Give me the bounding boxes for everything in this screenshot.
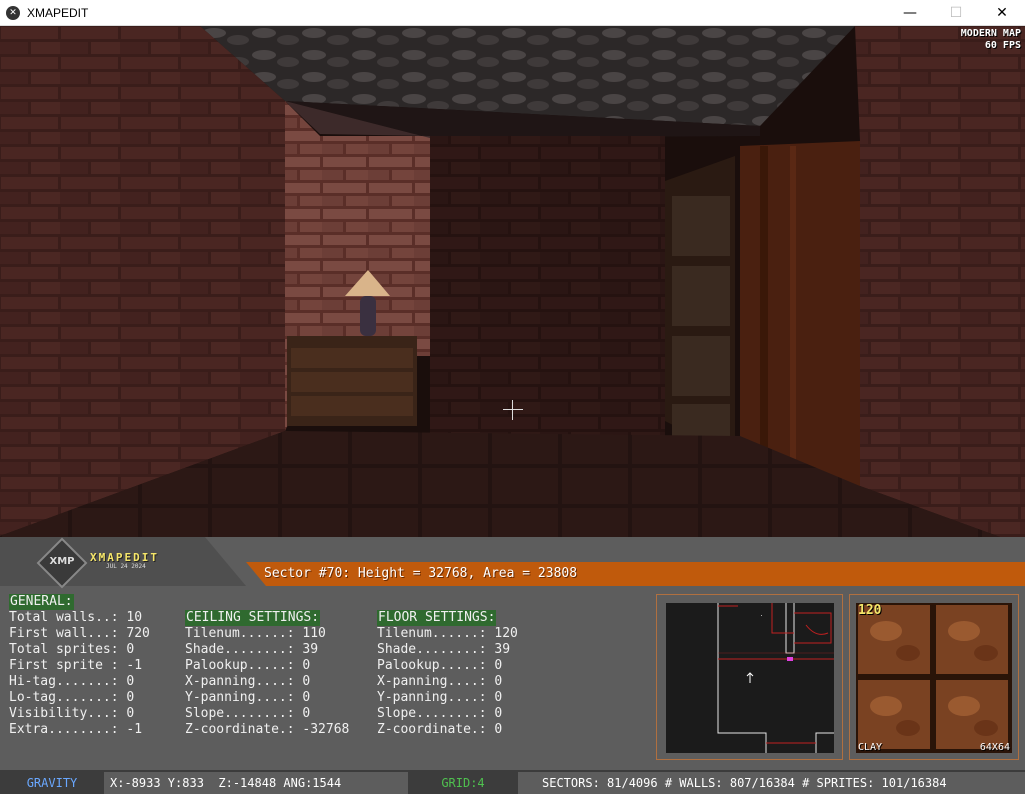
general-row: First wall...: 720: [9, 626, 150, 641]
window-controls: — ☐ ✕: [887, 0, 1025, 26]
texture-preview-frame: 120 CLAY 64X64: [849, 594, 1019, 760]
minimap[interactable]: [666, 603, 834, 753]
floor-row: Y-panning....: 0: [377, 690, 503, 705]
general-row: Hi-tag.......: 0: [9, 674, 135, 689]
ceiling-row: Shade........: 39: [185, 642, 319, 657]
ceiling-row: Tilenum......: 110: [185, 626, 326, 641]
map-counts: SECTORS: 81/4096 # WALLS: 807/16384 # SP…: [542, 776, 947, 790]
general-row: Lo-tag.......: 0: [9, 690, 135, 705]
window-title: XMAPEDIT: [27, 5, 89, 20]
status-bar: GRAVITY X:-8933 Y:833 Z:-14848 ANG:1544 …: [0, 770, 1025, 794]
general-row: Total walls..: 10: [9, 610, 143, 625]
ceiling-row: Z-coordinate.: -32768: [185, 722, 350, 737]
floor-section: FLOOR SETTINGS: Tilenum......: 120 Shade…: [377, 610, 518, 738]
floor-row: Z-coordinate.: 0: [377, 722, 503, 737]
floor-row: Slope........: 0: [377, 706, 503, 721]
ceiling-section: CEILING SETTINGS: Tilenum......: 110 Sha…: [185, 610, 349, 738]
general-row: First sprite : -1: [9, 658, 143, 673]
map-mode-label: MODERN MAP: [960, 28, 1021, 39]
window-titlebar: ✕ XMAPEDIT — ☐ ✕: [0, 0, 1025, 26]
gravity-mode-indicator[interactable]: GRAVITY: [0, 772, 104, 794]
logo-date: JUL 24 2024: [106, 563, 146, 570]
close-button[interactable]: ✕: [979, 0, 1025, 26]
general-header: GENERAL:: [9, 594, 74, 610]
floor-row: X-panning....: 0: [377, 674, 503, 689]
fps-counter: 60 FPS: [984, 40, 1021, 51]
ceiling-row: X-panning....: 0: [185, 674, 311, 689]
minimap-frame: [656, 594, 843, 760]
general-section: GENERAL: Total walls..: 10 First wall...…: [9, 594, 150, 738]
texture-name: CLAY: [858, 742, 883, 753]
app-icon: ✕: [6, 5, 20, 20]
maximize-button[interactable]: ☐: [933, 0, 979, 26]
ceiling-row: Y-panning....: 0: [185, 690, 311, 705]
general-row: Extra........: -1: [9, 722, 143, 737]
floor-header: FLOOR SETTINGS:: [377, 610, 497, 626]
texture-size: 64X64: [979, 742, 1010, 753]
texture-preview[interactable]: 120 CLAY 64X64: [856, 603, 1012, 753]
floor-row: Tilenum......: 120: [377, 626, 518, 641]
logo-badge-text: XMP: [49, 556, 75, 567]
3d-viewport[interactable]: MODERN MAP 60 FPS: [0, 26, 1025, 561]
floor-row: Palookup.....: 0: [377, 658, 503, 673]
minimize-button[interactable]: —: [887, 0, 933, 26]
crosshair-icon: [503, 400, 523, 420]
room-render: [0, 26, 1025, 561]
general-row: Total sprites: 0: [9, 642, 135, 657]
grid-indicator[interactable]: GRID:4: [408, 772, 518, 794]
info-panel: XMP XMAPEDIT JUL 24 2024 Sector #70: Hei…: [0, 537, 1025, 770]
sector-info-text: Sector #70: Height = 32768, Area = 23808: [264, 566, 578, 581]
hud-top-right: MODERN MAP 60 FPS: [961, 28, 1021, 52]
floor-row: Shade........: 39: [377, 642, 511, 657]
general-row: Visibility...: 0: [9, 706, 135, 721]
ceiling-row: Slope........: 0: [185, 706, 311, 721]
texture-number: 120: [858, 603, 882, 618]
ceiling-row: Palookup.....: 0: [185, 658, 311, 673]
position-readout: X:-8933 Y:833 Z:-14848 ANG:1544: [110, 776, 342, 790]
clay-texture: [856, 603, 1012, 753]
sector-info-bar: Sector #70: Height = 32768, Area = 23808: [246, 562, 1025, 586]
ceiling-header: CEILING SETTINGS:: [185, 610, 321, 626]
minimap-lines: [717, 603, 834, 753]
